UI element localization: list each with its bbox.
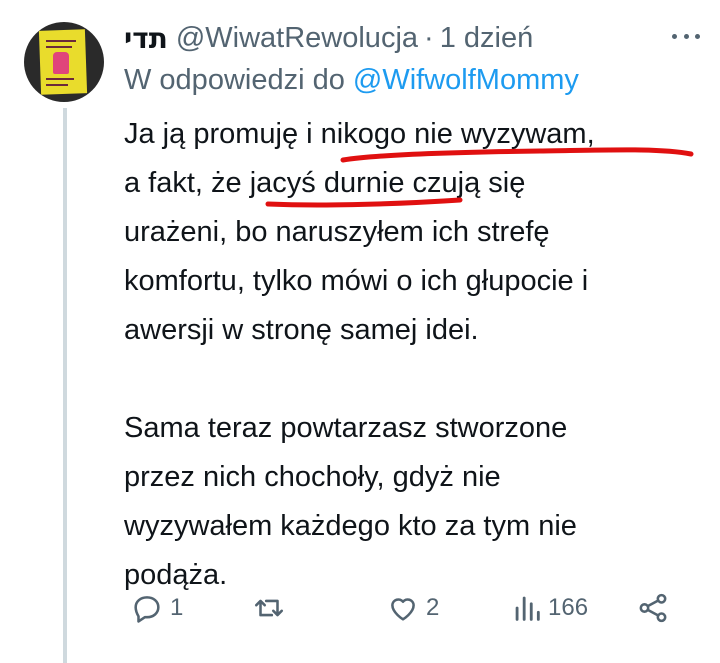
- views-button[interactable]: 166: [512, 588, 588, 628]
- thread-line: [63, 108, 67, 663]
- reply-to-handle-link[interactable]: @WifwolfMommy: [353, 64, 579, 96]
- more-dot: [683, 33, 689, 39]
- retweet-button[interactable]: [252, 588, 292, 628]
- views-icon: [515, 596, 540, 621]
- reply-to-prefix: W odpowiedzi do: [124, 64, 345, 96]
- share-icon: [639, 593, 667, 623]
- reply-context: W odpowiedzi do @WifwolfMommy: [124, 64, 579, 97]
- tweet-line: przez nich chochoły, gdyż nie: [124, 461, 501, 493]
- avatar-text-line: [46, 84, 68, 86]
- tweet-paragraph: Ja ją promuję i nikogo nie wyzywam, a fa…: [124, 110, 704, 355]
- avatar-fist-graphic: [53, 52, 69, 74]
- view-count: 166: [548, 594, 589, 621]
- like-count: 2: [426, 594, 440, 621]
- tweet-header: תדי @WiwatRewolucja · 1 dzień: [124, 18, 533, 58]
- user-handle[interactable]: @WiwatRewolucja: [176, 22, 418, 55]
- tweet-line: Ja ją promuję i nikogo nie wyzywam,: [124, 118, 595, 150]
- like-icon: [391, 598, 415, 621]
- avatar[interactable]: [24, 22, 104, 102]
- avatar-text-line: [46, 40, 76, 42]
- more-dot: [672, 33, 677, 39]
- tweet-line: awersji w stronę samej idei.: [124, 314, 479, 346]
- tweet-timestamp[interactable]: 1 dzień: [440, 22, 534, 55]
- tweet-line: urażeni, bo naruszyłem ich strefę: [124, 216, 550, 248]
- avatar-text-line: [46, 78, 74, 80]
- more-dot: [695, 33, 700, 39]
- reply-icon: [134, 596, 160, 623]
- reply-button[interactable]: 1: [130, 588, 183, 628]
- tweet-line: wyzywałem każdego kto za tym nie: [124, 510, 577, 542]
- avatar-text-line: [46, 46, 72, 48]
- more-icon[interactable]: [672, 22, 700, 50]
- share-button[interactable]: [636, 588, 670, 628]
- separator-dot: ·: [424, 21, 434, 54]
- tweet-paragraph: Sama teraz powtarzasz stworzone przez ni…: [124, 404, 704, 600]
- tweet-line: Sama teraz powtarzasz stworzone: [124, 412, 568, 444]
- reply-count: 1: [170, 594, 184, 621]
- tweet-action-bar: 1 2 166: [124, 588, 684, 628]
- tweet-body: Ja ją promuję i nikogo nie wyzywam, a fa…: [124, 110, 704, 600]
- tweet-line: komfortu, tylko mówi o ich głupocie i: [124, 265, 589, 297]
- like-button[interactable]: 2: [386, 588, 439, 628]
- tweet-line: a fakt, że jacyś durnie czują się: [124, 167, 526, 199]
- display-name[interactable]: תדי: [124, 22, 168, 55]
- retweet-icon: [254, 599, 284, 617]
